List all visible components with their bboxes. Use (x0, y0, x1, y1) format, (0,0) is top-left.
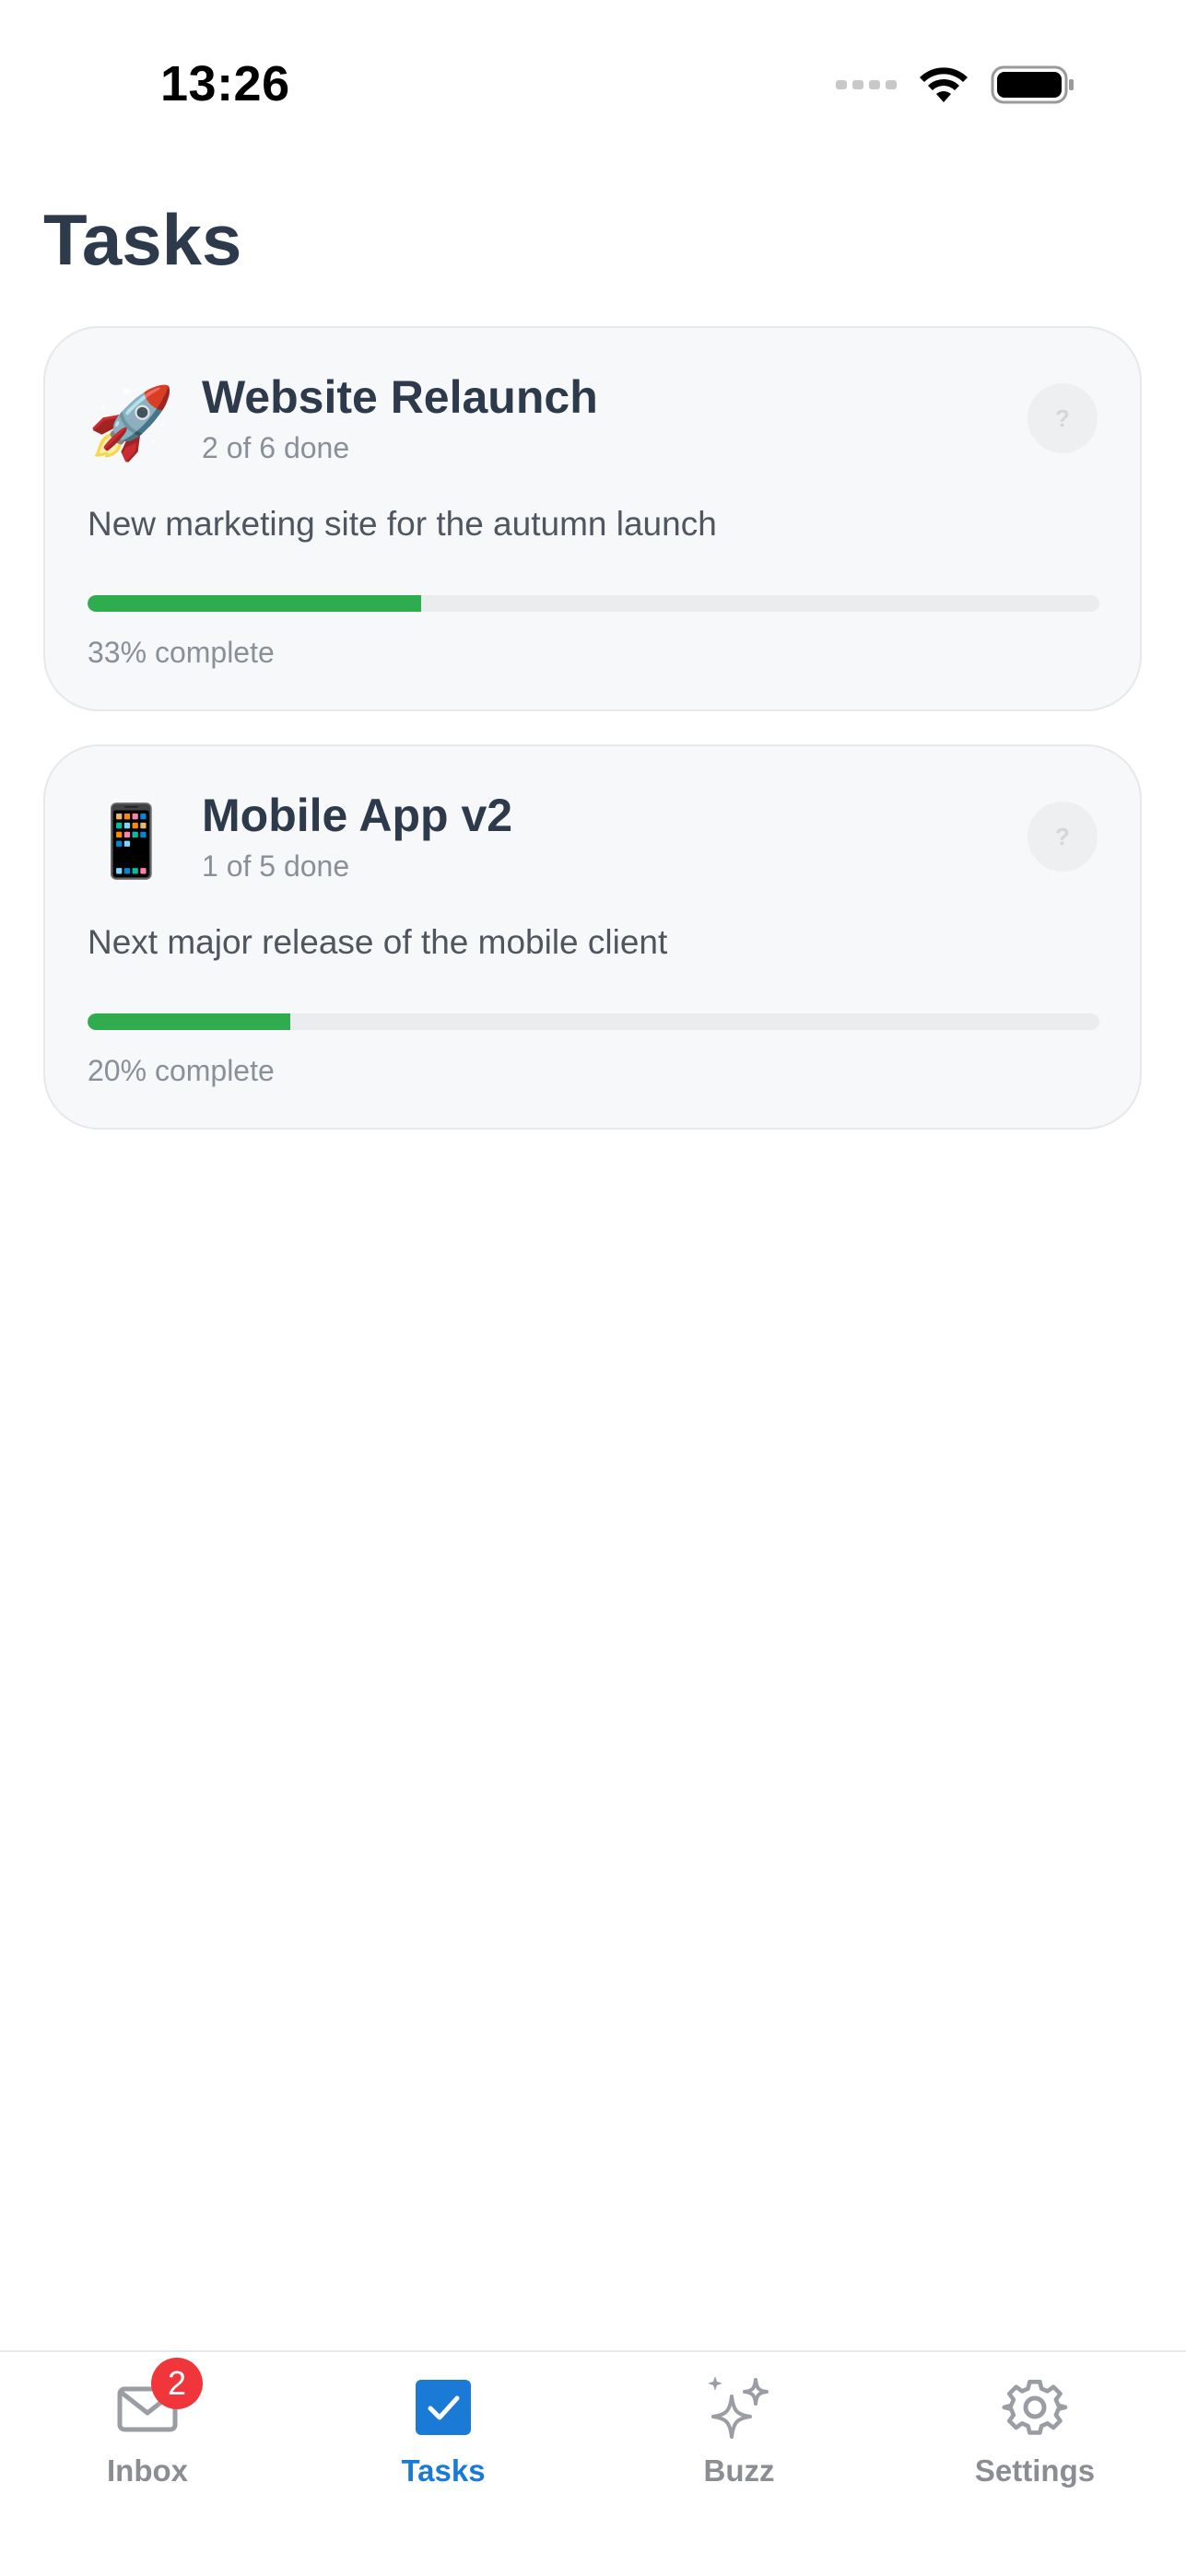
project-title: Website Relaunch (202, 371, 598, 423)
checkbox-icon (406, 2371, 480, 2444)
unread-badge: 2 (151, 2358, 203, 2409)
status-indicators (836, 64, 1075, 105)
page-title: Tasks (43, 199, 242, 280)
help-button[interactable]: ? (1027, 802, 1098, 872)
progress-bar (88, 595, 1099, 612)
tab-label: Settings (974, 2453, 1096, 2488)
tab-bar: 2 Inbox Tasks Buzz Settings (0, 2350, 1186, 2576)
mail-icon: 2 (111, 2358, 203, 2444)
tab-inbox[interactable]: 2 Inbox (37, 2358, 258, 2509)
project-done-count: 2 of 6 done (202, 431, 350, 464)
tab-tasks[interactable]: Tasks (333, 2371, 554, 2509)
project-card-website-relaunch[interactable]: 🚀 Website Relaunch 2 of 6 done ? New mar… (43, 326, 1142, 711)
rocket-icon: 🚀 (88, 381, 175, 463)
project-description: Next major release of the mobile client (88, 923, 668, 961)
tab-label: Tasks (401, 2453, 486, 2488)
progress-bar (88, 1013, 1099, 1030)
gear-icon (998, 2371, 1072, 2444)
project-card-mobile-app-v2[interactable]: 📱 Mobile App v2 1 of 5 done ? Next major… (43, 744, 1142, 1130)
tab-label: Buzz (703, 2453, 775, 2488)
tab-settings[interactable]: Settings (924, 2371, 1145, 2509)
project-done-count: 1 of 5 done (202, 849, 350, 883)
cellular-signal-icon (836, 80, 897, 89)
progress-fill (88, 595, 422, 612)
progress-fill (88, 1013, 290, 1030)
project-description: New marketing site for the autumn launch (88, 505, 717, 543)
percent-complete: 20% complete (88, 1054, 275, 1087)
wifi-icon (920, 67, 968, 102)
tab-label: Inbox (107, 2453, 188, 2488)
status-bar: 13:26 (0, 0, 1186, 175)
percent-complete: 33% complete (88, 636, 275, 669)
help-button[interactable]: ? (1027, 383, 1098, 453)
status-time: 13:26 (160, 56, 290, 111)
mobile-phone-icon: 📱 (88, 800, 175, 882)
sparkles-icon (702, 2371, 776, 2444)
battery-icon (991, 65, 1074, 104)
tab-buzz[interactable]: Buzz (628, 2371, 850, 2509)
project-title: Mobile App v2 (202, 790, 513, 841)
